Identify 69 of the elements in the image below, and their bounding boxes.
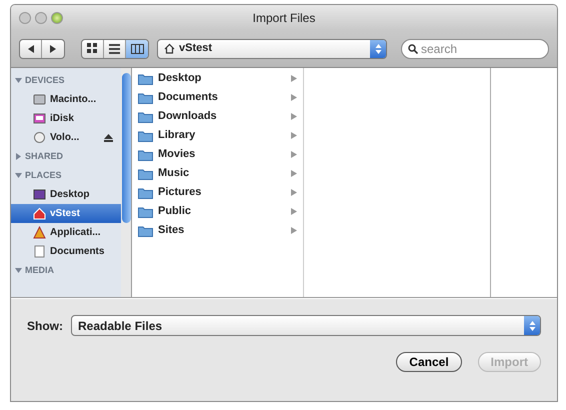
applications-icon bbox=[33, 226, 46, 239]
sidebar-item[interactable]: Desktop bbox=[11, 185, 121, 204]
sidebar-item[interactable]: vStest bbox=[11, 204, 121, 223]
view-mode-control[interactable] bbox=[81, 38, 149, 58]
popup-arrows-icon bbox=[370, 40, 386, 58]
folder-icon bbox=[138, 110, 153, 122]
cancel-button[interactable]: Cancel bbox=[396, 352, 462, 372]
disclosure-triangle-icon[interactable] bbox=[15, 153, 22, 160]
popup-arrows-icon bbox=[524, 316, 540, 335]
disclosure-arrow-icon bbox=[291, 113, 297, 120]
sidebar-section-header[interactable]: PLACES bbox=[11, 166, 121, 185]
folder-icon bbox=[138, 92, 153, 104]
sidebar-section-header[interactable]: DEVICES bbox=[11, 71, 121, 90]
document-icon bbox=[33, 245, 46, 258]
folder-item[interactable]: Music bbox=[132, 164, 303, 183]
disclosure-arrow-icon bbox=[291, 94, 297, 101]
disclosure-arrow-icon bbox=[291, 151, 297, 158]
disclosure-arrow-icon bbox=[291, 75, 297, 82]
sidebar-section-header[interactable]: MEDIA bbox=[11, 261, 121, 280]
sidebar-item[interactable]: Documents bbox=[11, 242, 121, 261]
sidebar-section-header[interactable]: SHARED bbox=[11, 147, 121, 166]
disclosure-arrow-icon bbox=[291, 189, 297, 196]
sidebar-item[interactable]: Volo... bbox=[11, 128, 121, 147]
folder-icon bbox=[138, 224, 153, 236]
disclosure-triangle-icon[interactable] bbox=[15, 267, 22, 274]
folder-icon bbox=[138, 130, 153, 142]
file-type-text: Readable Files bbox=[78, 318, 162, 334]
sidebar-item[interactable]: Macinto... bbox=[11, 90, 121, 109]
disclosure-arrow-icon bbox=[291, 227, 297, 234]
column-view-button[interactable] bbox=[126, 40, 148, 58]
house-icon bbox=[164, 43, 175, 54]
icon-view-icon bbox=[87, 43, 98, 54]
sidebar-item[interactable]: Applicati... bbox=[11, 223, 121, 242]
folder-item[interactable]: Library bbox=[132, 126, 303, 145]
folder-item[interactable]: Desktop bbox=[132, 69, 303, 88]
list-view-icon bbox=[109, 44, 120, 54]
back-forward-control[interactable] bbox=[19, 38, 65, 58]
show-label: Show: bbox=[27, 318, 63, 334]
disclosure-arrow-icon bbox=[291, 132, 297, 139]
forward-arrow-icon bbox=[49, 44, 57, 52]
back-arrow-icon bbox=[26, 44, 34, 52]
eject-icon[interactable] bbox=[104, 134, 113, 142]
folder-item[interactable]: Pictures bbox=[132, 183, 303, 202]
scrollbar[interactable] bbox=[121, 68, 132, 297]
folder-item[interactable]: Sites bbox=[132, 221, 303, 240]
folder-item[interactable]: Movies bbox=[132, 145, 303, 164]
file-type-popup[interactable]: Readable Files bbox=[71, 315, 541, 336]
folder-icon bbox=[138, 168, 153, 180]
folder-item[interactable]: Documents bbox=[132, 88, 303, 107]
disclosure-arrow-icon bbox=[291, 208, 297, 215]
volume-icon bbox=[33, 131, 46, 144]
disclosure-triangle-icon[interactable] bbox=[15, 172, 22, 179]
location-popup[interactable]: vStest bbox=[157, 38, 387, 58]
folder-icon bbox=[138, 148, 153, 160]
house-icon bbox=[33, 207, 46, 220]
sidebar-item[interactable]: iDisk bbox=[11, 109, 121, 128]
search-icon bbox=[408, 44, 418, 54]
folder-icon bbox=[138, 206, 153, 218]
desktop-icon bbox=[33, 188, 46, 201]
window-title: Import Files bbox=[252, 10, 316, 26]
folder-icon bbox=[138, 186, 153, 198]
column-view-icon bbox=[130, 44, 144, 54]
search-field[interactable]: search bbox=[401, 38, 549, 58]
disclosure-triangle-icon[interactable] bbox=[15, 77, 22, 84]
folder-item[interactable]: Downloads bbox=[132, 107, 303, 126]
disclosure-arrow-icon bbox=[291, 170, 297, 177]
folder-item[interactable]: Public bbox=[132, 202, 303, 221]
location-text: vStest bbox=[179, 41, 212, 56]
folder-icon bbox=[138, 72, 153, 84]
